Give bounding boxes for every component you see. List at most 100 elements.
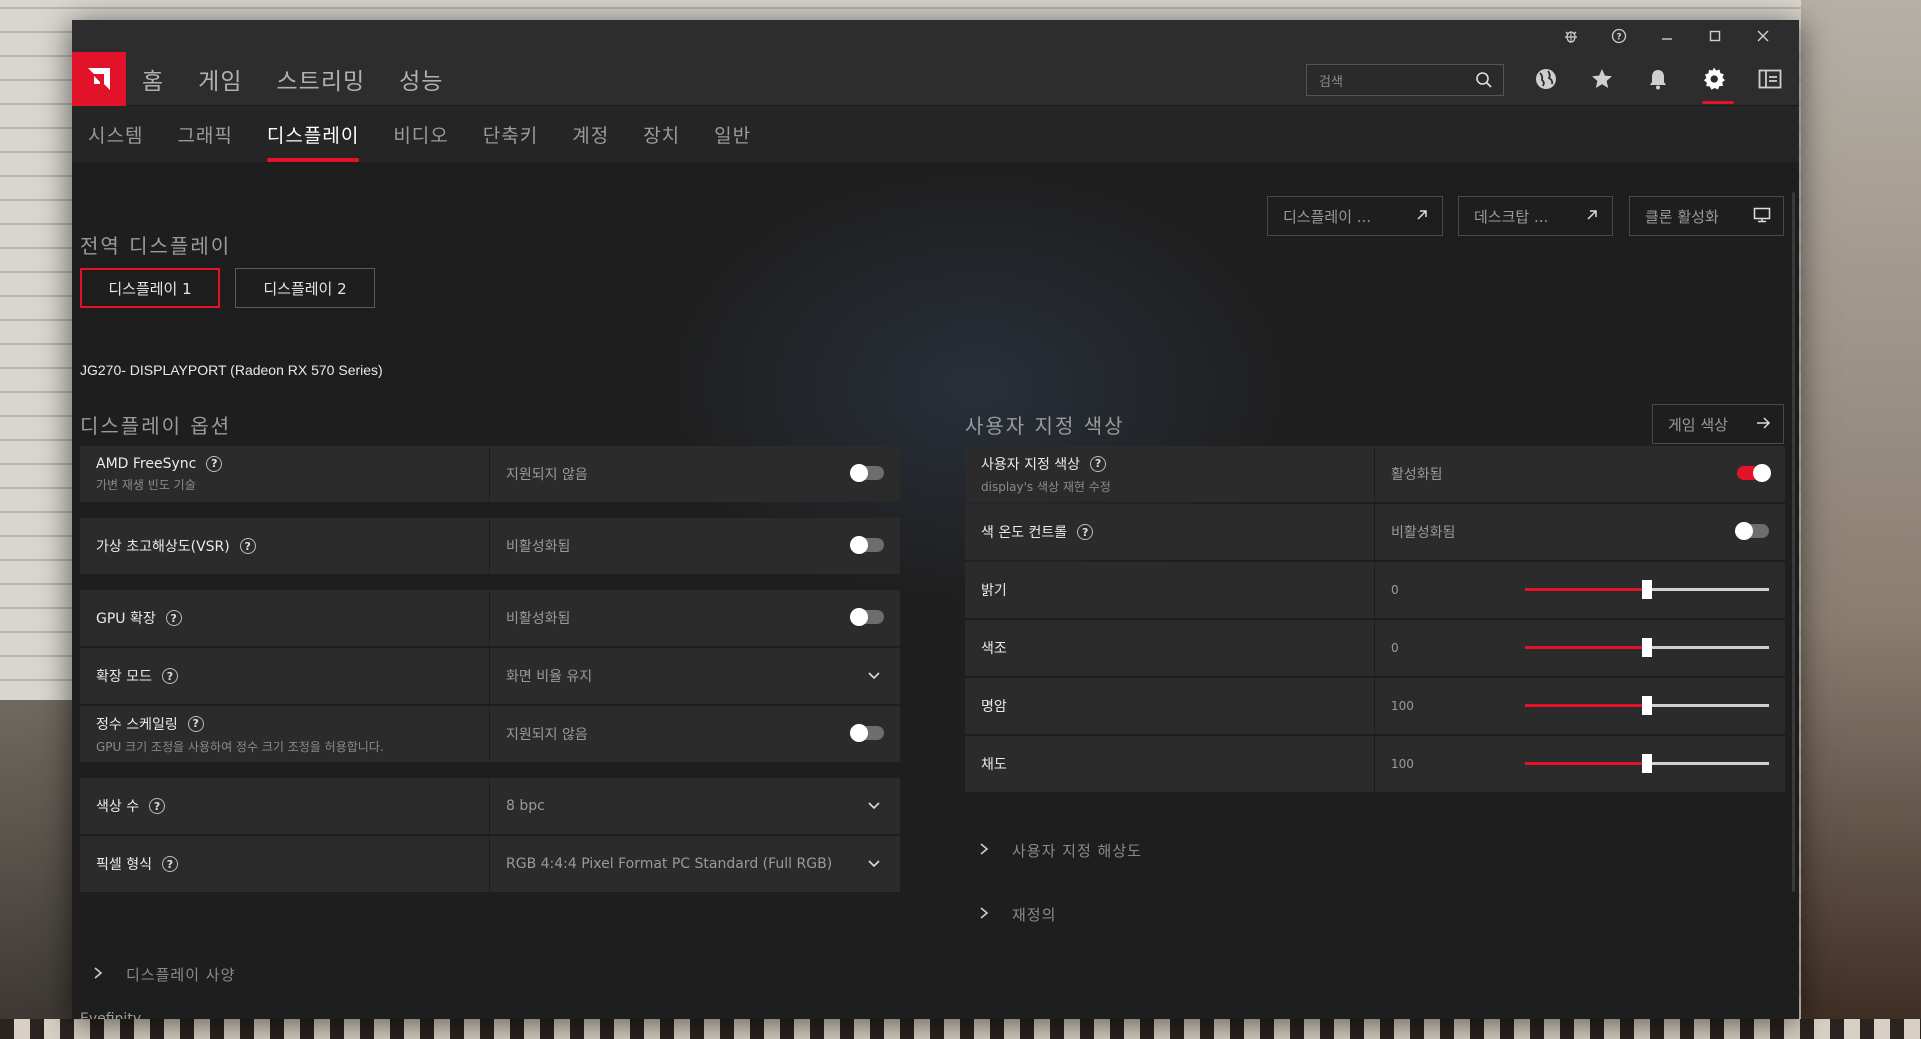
vsr-toggle[interactable] [850,536,884,554]
search-input[interactable]: 검색 [1306,64,1504,96]
slider-fill [1525,646,1647,649]
display-1-button[interactable]: 디스플레이 1 [80,268,220,308]
display-link-label: 디스플레이 ... [1283,207,1372,226]
custom-resolution-expander[interactable]: 사용자 지정 해상도 [978,840,1142,861]
tab-graphics[interactable]: 그래픽 [177,121,232,148]
maximize-icon[interactable] [1691,20,1739,52]
tab-account[interactable]: 계정 [572,121,609,148]
help-icon[interactable]: ? [187,715,204,732]
gpu-scaling-toggle[interactable] [850,608,884,626]
game-color-button[interactable]: 게임 색상 [1652,404,1784,444]
hue-slider[interactable] [1525,638,1769,657]
display-specs-expander[interactable]: 디스플레이 사양 [92,964,235,985]
bug-icon[interactable] [1547,20,1595,52]
slider-thumb[interactable] [1642,696,1652,715]
custom-color-row: 사용자 지정 색상? display's 색상 재현 수정 활성화됨 [965,446,1785,502]
integer-scaling-row: 정수 스케일링? GPU 크기 조정을 사용하여 정수 크기 조정을 허용합니다… [80,706,900,762]
help-icon[interactable]: ? [149,798,166,814]
tab-video[interactable]: 비디오 [393,121,448,148]
star-icon[interactable] [1574,52,1630,106]
color-depth-value: 8 bpc [506,798,545,814]
slider-thumb[interactable] [1642,638,1652,657]
help-icon[interactable]: ? [161,668,178,684]
globe-icon[interactable] [1518,52,1574,106]
color-temp-toggle[interactable] [1735,522,1769,540]
overrides-expander[interactable]: 재정의 [978,904,1056,925]
game-color-label: 게임 색상 [1668,415,1728,434]
help-icon[interactable]: ? [161,856,178,872]
tab-performance[interactable]: 성능 [399,62,443,96]
custom-color-toggle[interactable] [1737,464,1771,482]
vertical-scrollbar[interactable] [1792,192,1795,892]
tab-general[interactable]: 일반 [714,121,751,148]
title-bar: ? [72,20,1799,52]
tab-devices[interactable]: 장치 [643,121,680,148]
wallpaper-railing [0,700,72,1039]
chevron-down-icon[interactable] [866,667,882,687]
tab-display[interactable]: 디스플레이 [266,121,360,162]
svg-text:?: ? [1616,33,1621,43]
external-link-icon [1584,207,1600,227]
pixel-format-row[interactable]: 픽셀 형식? RGB 4:4:4 Pixel Format PC Standar… [80,836,900,892]
help-icon[interactable]: ? [1595,20,1643,52]
hue-value: 0 [1391,641,1399,655]
brightness-slider[interactable] [1525,580,1769,599]
display-settings-content: 전역 디스플레이 디스플레이 1 디스플레이 2 JG270- DISPLAYP… [72,162,1799,1019]
minimize-icon[interactable] [1643,20,1691,52]
saturation-slider[interactable] [1525,754,1769,773]
tab-gaming[interactable]: 게임 [198,62,242,96]
amd-software-window: ? 홈 게임 스트리밍 성능 검색 시스템 그래픽 디스플레이 비디오 단축키 … [72,20,1799,1019]
chevron-right-icon [978,906,990,924]
slider-thumb[interactable] [1642,754,1652,773]
clone-enable-button[interactable]: 클론 활성화 [1629,196,1784,236]
scaling-mode-row[interactable]: 확장 모드? 화면 비율 유지 [80,648,900,704]
bell-icon[interactable] [1630,52,1686,106]
help-icon[interactable]: ? [165,610,182,626]
wallpaper-column [1801,0,1921,1039]
custom-color-description: display's 색상 재현 수정 [981,479,1111,494]
contrast-label: 명암 [981,699,1007,715]
clone-enable-label: 클론 활성화 [1645,207,1719,226]
tab-hotkeys[interactable]: 단축키 [483,121,538,148]
close-icon[interactable] [1739,20,1787,52]
saturation-value: 100 [1391,757,1414,771]
monitor-icon [1753,207,1771,227]
slider-thumb[interactable] [1642,580,1652,599]
custom-resolution-label: 사용자 지정 해상도 [1012,842,1142,860]
display-link-button[interactable]: 디스플레이 ... [1267,196,1443,236]
display-2-button[interactable]: 디스플레이 2 [235,268,375,308]
help-icon[interactable]: ? [1077,524,1094,540]
freesync-toggle[interactable] [850,464,884,482]
search-icon[interactable] [1475,71,1493,93]
tab-home[interactable]: 홈 [142,62,164,96]
desktop-link-label: 데스크탑 ... [1474,207,1549,226]
integer-scaling-label: 정수 스케일링 [96,716,178,733]
color-depth-row[interactable]: 색상 수? 8 bpc [80,778,900,834]
help-icon[interactable]: ? [239,538,256,554]
color-temp-value: 비활성화됨 [1391,525,1456,541]
brightness-row: 밝기 0 [965,562,1785,618]
sidebar-toggle-icon[interactable] [1742,52,1798,106]
chevron-down-icon[interactable] [866,797,882,817]
slider-fill [1525,762,1647,765]
monitor-name: JG270- DISPLAYPORT (Radeon RX 570 Series… [80,362,383,378]
external-link-icon [1414,207,1430,227]
tab-system[interactable]: 시스템 [88,121,143,148]
gear-icon[interactable] [1686,52,1742,106]
slider-fill [1525,704,1647,707]
integer-scaling-toggle[interactable] [850,724,884,742]
amd-logo[interactable] [72,51,126,106]
chevron-down-icon[interactable] [866,855,882,875]
freesync-row: AMD FreeSync? 가변 재생 빈도 기술 지원되지 않음 [80,446,900,502]
chevron-right-icon [978,842,990,860]
help-icon[interactable]: ? [1090,455,1107,472]
overrides-label: 재정의 [1012,906,1057,924]
vsr-row: 가상 초고해상도(VSR)? 비활성화됨 [80,518,900,574]
help-icon[interactable]: ? [206,455,223,472]
desktop-link-button[interactable]: 데스크탑 ... [1458,196,1613,236]
hue-row: 색조 0 [965,620,1785,676]
wallpaper-fence [0,1019,1921,1039]
tab-streaming[interactable]: 스트리밍 [277,62,366,96]
scaling-mode-value: 화면 비율 유지 [506,669,593,685]
contrast-slider[interactable] [1525,696,1769,715]
